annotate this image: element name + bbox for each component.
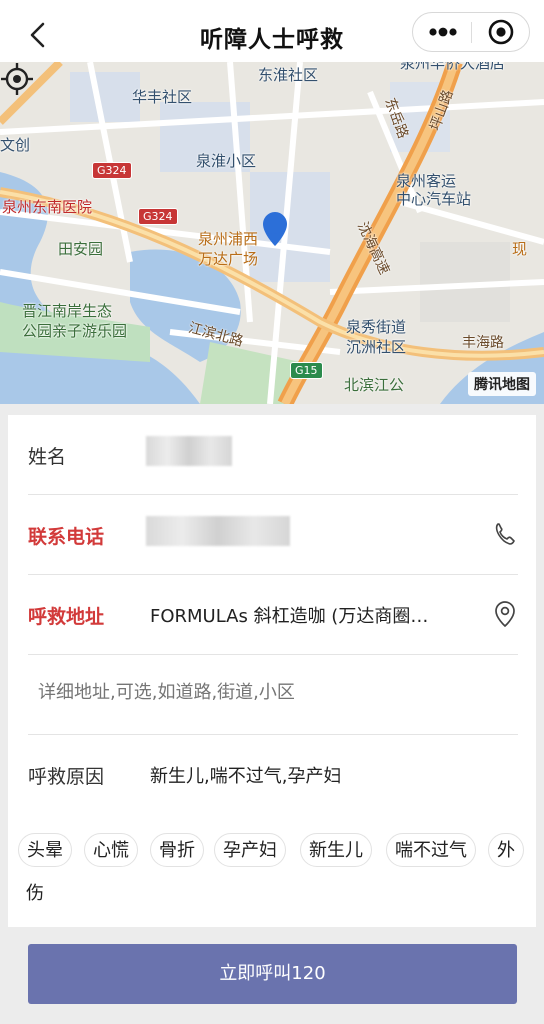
more-dots-icon[interactable]: [413, 13, 471, 51]
map-brand-text: 腾讯地图: [474, 377, 530, 393]
map-label-quanxiu: 泉秀街道: [346, 318, 407, 336]
map-label-huafeng: 华丰社区: [132, 88, 193, 106]
map-label-dongzhun: 东淮社区: [258, 66, 319, 84]
location-map[interactable]: 东淮社区 泉州华侨大酒店 华丰社区 泉淮小区 文创 泉州东南医院 G324 G3…: [0, 62, 544, 404]
map-label-keyun-2: 中心汽车站: [396, 190, 472, 208]
map-label-top-right: 泉州华侨大酒店: [400, 62, 506, 72]
map-brand-logo: 腾讯地图: [468, 372, 536, 396]
phone-row: 联系电话: [28, 495, 518, 575]
phone-value-redacted[interactable]: [146, 516, 290, 546]
road-tag-g15: G15: [290, 362, 323, 379]
target-circle-icon[interactable]: [472, 13, 530, 51]
map-canvas: [0, 62, 544, 404]
tag-dizzy[interactable]: 头晕: [18, 833, 72, 867]
phone-icon[interactable]: [492, 519, 518, 549]
map-label-fenghai: 丰海路: [462, 335, 504, 351]
map-label-jinjiang: 晋江南岸生态: [22, 302, 113, 320]
name-label: 姓名: [28, 446, 67, 468]
map-label-xianzhou: 沉洲社区: [346, 338, 407, 356]
map-label-xian: 现: [512, 240, 528, 258]
tag-newborn[interactable]: 新生儿: [300, 833, 372, 867]
call-120-button[interactable]: 立即呼叫120: [28, 944, 517, 1004]
detail-address-row: [28, 655, 518, 735]
tag-trauma-2[interactable]: 伤: [18, 877, 52, 911]
reason-row: 呼救原因 新生儿,喘不过气,孕产妇: [28, 735, 518, 815]
phone-label: 联系电话: [28, 526, 105, 548]
reason-label: 呼救原因: [28, 766, 105, 788]
name-row: 姓名: [28, 415, 518, 495]
map-label-beibin: 北滨江公: [344, 376, 405, 394]
reason-value[interactable]: 新生儿,喘不过气,孕产妇: [150, 762, 341, 788]
map-label-wenchuang: 文创: [0, 136, 31, 154]
address-value[interactable]: FORMULAs 斜杠造咖 (万达商圈…: [150, 602, 428, 628]
nav-header: 听障人士呼救: [0, 0, 544, 70]
map-label-jinjiang-2: 公园亲子游乐园: [22, 322, 128, 340]
locate-me-icon[interactable]: [0, 62, 34, 96]
map-label-wanda-2: 万达广场: [198, 250, 259, 268]
map-label-hospital: 泉州东南医院: [2, 198, 93, 216]
map-label-tianan: 田安园: [58, 240, 104, 258]
address-row[interactable]: 呼救地址 FORMULAs 斜杠造咖 (万达商圈…: [28, 575, 518, 655]
rescue-form: 姓名 联系电话 呼救地址 FORMULAs 斜杠造咖 (万达商圈… 呼救原因 新…: [8, 415, 536, 927]
tag-trauma-1[interactable]: 外: [488, 833, 524, 867]
tag-pregnant[interactable]: 孕产妇: [214, 833, 286, 867]
mini-program-capsule: [412, 12, 530, 52]
map-label-quanzhun: 泉淮小区: [196, 152, 257, 170]
tag-palpitation[interactable]: 心慌: [84, 833, 138, 867]
location-pin-icon[interactable]: [492, 599, 518, 629]
map-label-wanda: 泉州浦西: [198, 230, 259, 248]
name-value-redacted[interactable]: [146, 436, 232, 466]
address-label: 呼救地址: [28, 606, 105, 628]
road-tag-g324: G324: [92, 162, 132, 179]
tag-breathless[interactable]: 喘不过气: [386, 833, 476, 867]
tag-fracture[interactable]: 骨折: [150, 833, 204, 867]
detail-address-input[interactable]: [38, 682, 508, 703]
road-tag-g324-2: G324: [138, 208, 178, 225]
